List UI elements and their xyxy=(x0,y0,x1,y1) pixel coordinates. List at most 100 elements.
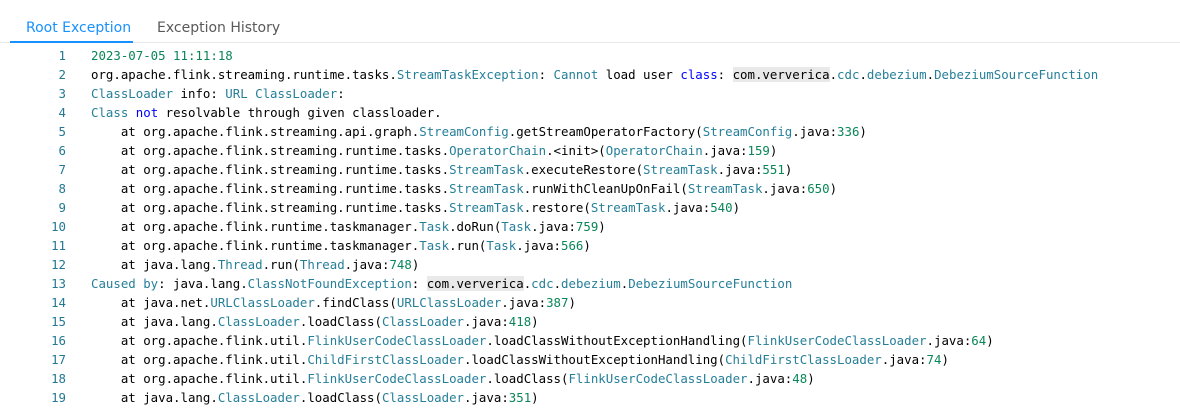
exception-code-view[interactable]: 1 2023-07-05 11:11:18 2 org.apache.flink.st… xyxy=(0,44,1180,412)
code-token: ) xyxy=(732,200,741,215)
code-line: 19 at java.lang.ClassLoader.loadClass(Cl… xyxy=(0,388,1180,407)
code-token: ) xyxy=(568,295,576,310)
code-token: ) xyxy=(784,162,793,177)
code-token: at org.apache.flink.runtime.taskmanager. xyxy=(91,238,420,253)
line-number: 10 xyxy=(51,219,66,234)
code-line: 3 ClassLoader info: URL ClassLoader: xyxy=(0,84,1180,103)
code-token: com.ververica xyxy=(426,276,524,291)
line-text: at org.apache.flink.runtime.taskmanager.… xyxy=(91,236,591,255)
line-number: 12 xyxy=(51,257,66,272)
code-token: .java: xyxy=(464,314,509,329)
code-token: 336 xyxy=(837,124,860,139)
line-number: 9 xyxy=(58,200,66,215)
code-token: StreamTask xyxy=(590,200,666,215)
code-token: at org.apache.flink.streaming.runtime.ta… xyxy=(91,162,450,177)
code-token: 759 xyxy=(575,219,599,234)
code-token: ClassLoader xyxy=(217,390,300,405)
code-token: 2023-07-05 11:11:18 xyxy=(91,48,233,63)
code-token: ChildFirstClassLoader xyxy=(307,352,464,367)
code-token: class xyxy=(680,67,718,82)
code-token: at org.apache.flink.util. xyxy=(91,333,308,348)
line-number: 1 xyxy=(58,48,66,63)
code-token: .loadClassWithoutExceptionHandling( xyxy=(464,352,726,367)
line-number: 16 xyxy=(51,333,66,348)
code-line: 8 at org.apache.flink.streaming.runtime.… xyxy=(0,179,1180,198)
code-token: at org.apache.flink.util. xyxy=(91,371,308,386)
code-line: 15 at java.lang.ClassLoader.loadClass(Cl… xyxy=(0,312,1180,331)
code-token: OperatorChain xyxy=(449,143,547,158)
code-token: Task xyxy=(419,238,450,253)
line-text: at org.apache.flink.streaming.api.graph.… xyxy=(91,122,867,141)
code-token: URLClassLoader xyxy=(210,295,315,310)
code-token: .loadClass( xyxy=(299,314,382,329)
code-token: 418 xyxy=(508,314,532,329)
code-token: StreamConfig xyxy=(702,124,793,139)
code-token: at org.apache.flink.streaming.runtime.ta… xyxy=(91,181,450,196)
code-token: 650 xyxy=(807,181,830,196)
code-token: .<init>( xyxy=(546,143,606,158)
line-number: 4 xyxy=(58,105,66,120)
code-token: DebeziumSourceFunction xyxy=(934,67,1099,82)
code-token: at java.lang. xyxy=(91,257,218,272)
code-token: .java: xyxy=(531,219,576,234)
tab-root-exception[interactable]: Root Exception xyxy=(26,0,131,43)
code-token: info: xyxy=(173,86,226,101)
code-token: .java: xyxy=(747,371,793,386)
code-token: at org.apache.flink.util. xyxy=(91,352,308,367)
code-token: ClassLoader xyxy=(217,314,300,329)
code-line: 7 at org.apache.flink.streaming.runtime.… xyxy=(0,160,1180,179)
code-token: not xyxy=(135,105,159,120)
line-text: at java.lang.ClassLoader.loadClass(Class… xyxy=(91,388,539,407)
code-token: ) xyxy=(531,314,539,329)
line-number: 11 xyxy=(51,238,66,253)
code-token: ClassNotFoundException xyxy=(247,276,412,291)
line-text: at org.apache.flink.util.FlinkUserCodeCl… xyxy=(91,331,994,350)
line-text: at org.apache.flink.streaming.runtime.ta… xyxy=(91,179,837,198)
code-token: at java.net. xyxy=(91,295,211,310)
code-token: : xyxy=(337,86,345,101)
code-token: FlinkUserCodeClassLoader xyxy=(307,371,487,386)
line-number: 14 xyxy=(51,295,66,310)
code-token: at java.lang. xyxy=(91,390,218,405)
line-text: Class not resolvable through given class… xyxy=(91,103,442,122)
code-token: : xyxy=(538,67,554,82)
code-token: Task xyxy=(486,238,517,253)
code-token: 540 xyxy=(710,200,733,215)
code-token: ) xyxy=(583,238,591,253)
code-token: at java.lang. xyxy=(91,314,218,329)
code-token: URLClassLoader xyxy=(396,295,502,310)
code-token: .run( xyxy=(262,257,300,272)
line-text: Caused by: java.lang.ClassNotFoundExcept… xyxy=(91,274,792,293)
code-token: . xyxy=(859,67,867,82)
code-token: StreamTask xyxy=(643,162,718,177)
code-token: com.ververica xyxy=(732,67,830,82)
code-token: .loadClassWithoutExceptionHandling( xyxy=(486,333,748,348)
code-token: : java.lang. xyxy=(158,276,248,291)
code-token: .java: xyxy=(665,200,711,215)
code-token: ) xyxy=(986,333,994,348)
tab-exception-history[interactable]: Exception History xyxy=(157,0,280,43)
line-text: 2023-07-05 11:11:18 xyxy=(91,46,233,65)
line-number: 13 xyxy=(51,276,66,291)
code-token: StreamTask xyxy=(449,181,524,196)
code-token: at org.apache.flink.streaming.runtime.ta… xyxy=(91,200,450,215)
line-number: 2 xyxy=(58,67,66,82)
code-token: StreamTaskException xyxy=(396,67,539,82)
code-token: .run( xyxy=(449,238,487,253)
code-line: 9 at org.apache.flink.streaming.runtime.… xyxy=(0,198,1180,217)
code-token: load user xyxy=(598,67,681,82)
line-text: at org.apache.flink.streaming.runtime.ta… xyxy=(91,160,792,179)
code-token: debezium xyxy=(866,67,927,82)
code-token: ) xyxy=(598,219,606,234)
code-token: .java: xyxy=(464,390,509,405)
code-line: 2 org.apache.flink.streaming.runtime.task… xyxy=(0,65,1180,84)
code-token: ClassLoader xyxy=(91,86,174,101)
code-token: debezium xyxy=(561,276,621,291)
code-line: 10 at org.apache.flink.runtime.taskmanag… xyxy=(0,217,1180,236)
code-token: ) xyxy=(829,181,838,196)
code-token: .getStreamOperatorFactory( xyxy=(508,124,703,139)
line-number: 19 xyxy=(51,390,66,405)
code-token: ) xyxy=(769,143,778,158)
code-token: . xyxy=(829,67,838,82)
